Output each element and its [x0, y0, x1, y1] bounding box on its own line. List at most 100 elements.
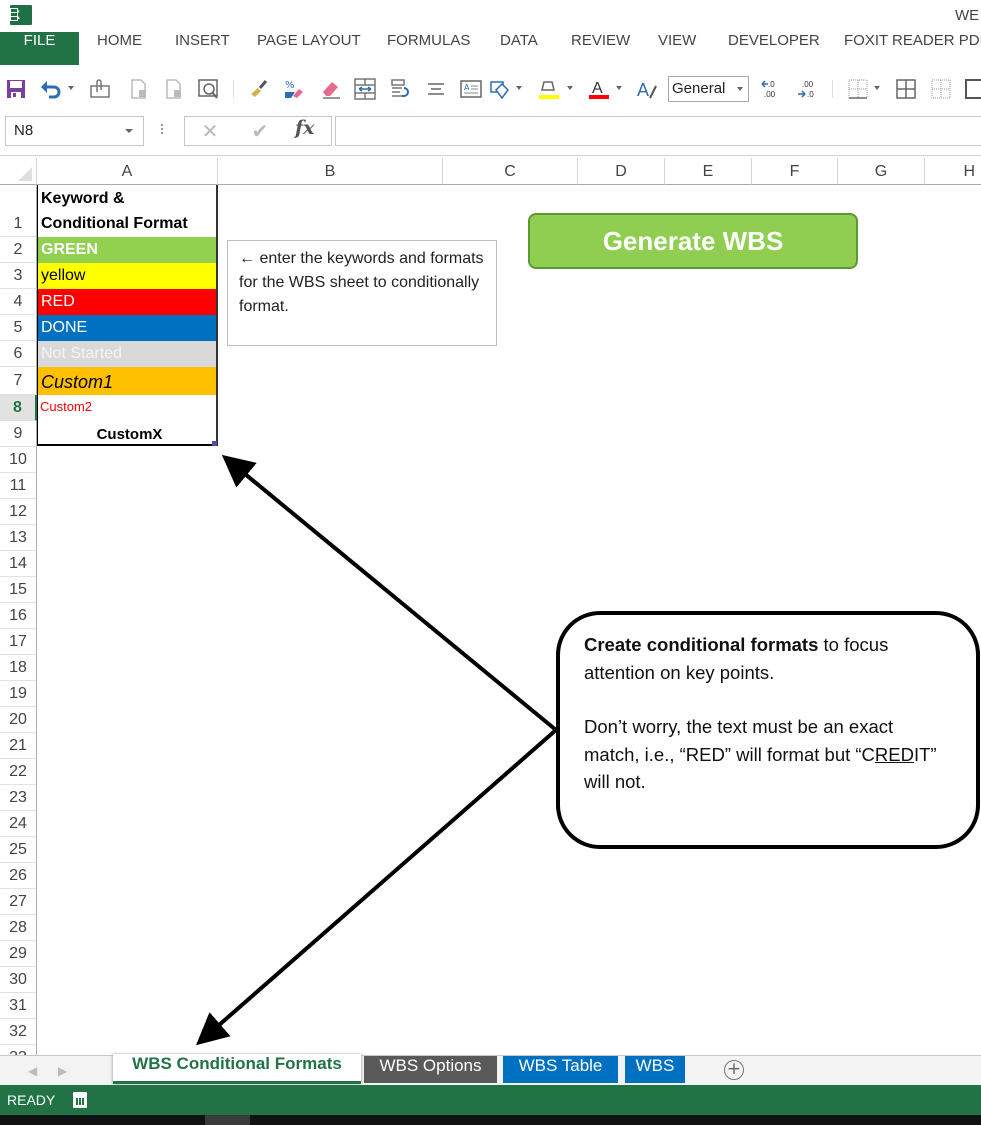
- row-header[interactable]: 28: [0, 915, 37, 941]
- row-header[interactable]: 13: [0, 525, 37, 551]
- cell-a9[interactable]: CustomX: [38, 421, 218, 447]
- row-header[interactable]: 19: [0, 681, 37, 707]
- scroll-tabs-left-icon[interactable]: ◀: [28, 1064, 37, 1078]
- row-header[interactable]: 22: [0, 759, 37, 785]
- borders-icon[interactable]: [847, 78, 869, 100]
- clear-formats-icon[interactable]: %: [283, 78, 305, 100]
- spreadsheet-grid[interactable]: A B C D E F G H 1 2 3 4 5 6 7 8 9 10 11 12 13 14 15 16…: [0, 158, 981, 1055]
- row-header[interactable]: 21: [0, 733, 37, 759]
- tab-foxit-reader-pdf[interactable]: FOXIT READER PDF: [844, 32, 981, 65]
- enter-icon[interactable]: ✔: [245, 117, 275, 145]
- tab-developer[interactable]: DEVELOPER: [728, 32, 820, 65]
- number-format-dropdown[interactable]: General: [668, 76, 749, 102]
- merge-center-icon[interactable]: [354, 78, 376, 100]
- sheet-tab-wbs-options[interactable]: WBS Options: [364, 1056, 497, 1083]
- row-header[interactable]: 11: [0, 473, 37, 499]
- sheet-tab-wbs-table[interactable]: WBS Table: [503, 1056, 618, 1083]
- fill-handle[interactable]: [212, 441, 217, 446]
- fill-color-icon[interactable]: [538, 78, 560, 100]
- row-header[interactable]: 1: [0, 185, 37, 237]
- cell-a7[interactable]: Custom1: [38, 367, 218, 395]
- drag-handle-icon[interactable]: [161, 124, 163, 136]
- column-header-g[interactable]: G: [838, 158, 925, 185]
- column-header-a[interactable]: A: [37, 158, 218, 185]
- shapes-icon[interactable]: [490, 78, 512, 100]
- insert-function-icon[interactable]: fx: [295, 117, 315, 145]
- undo-dropdown-icon[interactable]: [68, 86, 74, 90]
- increase-decimal-icon[interactable]: .0.00: [760, 78, 782, 100]
- print-preview-icon[interactable]: [197, 78, 219, 100]
- row-header[interactable]: 3: [0, 263, 37, 289]
- font-color-dropdown-icon[interactable]: [616, 86, 622, 90]
- font-color-icon[interactable]: A: [588, 78, 610, 100]
- tab-home[interactable]: HOME: [97, 32, 142, 65]
- column-header-c[interactable]: C: [443, 158, 578, 185]
- row-header[interactable]: 9: [0, 421, 37, 447]
- inside-borders-icon[interactable]: [930, 78, 952, 100]
- undo-icon[interactable]: [40, 78, 62, 100]
- eraser-icon[interactable]: [320, 78, 342, 100]
- column-header-e[interactable]: E: [665, 158, 752, 185]
- row-header[interactable]: 7: [0, 367, 37, 395]
- row-header[interactable]: 16: [0, 603, 37, 629]
- row-header[interactable]: 27: [0, 889, 37, 915]
- row-header[interactable]: 26: [0, 863, 37, 889]
- cell-a4[interactable]: RED: [38, 289, 218, 315]
- wrap-text-icon[interactable]: [390, 78, 412, 100]
- tab-review[interactable]: REVIEW: [571, 32, 630, 65]
- row-header[interactable]: 12: [0, 499, 37, 525]
- add-sheet-icon[interactable]: +: [724, 1060, 744, 1080]
- tab-page-layout[interactable]: PAGE LAYOUT: [257, 32, 361, 65]
- export-icon[interactable]: [163, 78, 185, 100]
- row-header[interactable]: 18: [0, 655, 37, 681]
- row-header[interactable]: 5: [0, 315, 37, 341]
- cell-a3[interactable]: yellow: [38, 263, 218, 289]
- row-header[interactable]: 4: [0, 289, 37, 315]
- column-header-h[interactable]: H: [925, 158, 981, 185]
- row-header[interactable]: 32: [0, 1019, 37, 1045]
- fill-color-dropdown-icon[interactable]: [567, 86, 573, 90]
- import-icon[interactable]: [128, 78, 150, 100]
- scroll-tabs-right-icon[interactable]: ▶: [58, 1064, 67, 1078]
- generate-wbs-button[interactable]: Generate WBS: [528, 213, 858, 269]
- align-center-icon[interactable]: [425, 78, 447, 100]
- column-header-f[interactable]: F: [752, 158, 838, 185]
- row-header[interactable]: 30: [0, 967, 37, 993]
- sheet-tab-wbs[interactable]: WBS: [625, 1056, 685, 1083]
- row-header[interactable]: 2: [0, 237, 37, 263]
- cell-a2[interactable]: GREEN: [38, 237, 218, 263]
- sheet-tab-wbs-conditional-formats[interactable]: WBS Conditional Formats: [113, 1054, 361, 1084]
- cell-a5[interactable]: DONE: [38, 315, 218, 341]
- tab-file[interactable]: FILE: [0, 32, 79, 65]
- cancel-icon[interactable]: ✕: [195, 117, 225, 145]
- all-borders-icon[interactable]: [895, 78, 917, 100]
- row-header[interactable]: 29: [0, 941, 37, 967]
- row-header[interactable]: 10: [0, 447, 37, 473]
- formula-input[interactable]: [335, 116, 981, 146]
- tab-formulas[interactable]: FORMULAS: [387, 32, 470, 65]
- cell-styles-icon[interactable]: A: [636, 78, 658, 100]
- tab-insert[interactable]: INSERT: [175, 32, 230, 65]
- outside-borders-icon[interactable]: [964, 78, 981, 100]
- name-box[interactable]: N8: [5, 116, 144, 146]
- row-header[interactable]: 14: [0, 551, 37, 577]
- shapes-dropdown-icon[interactable]: [516, 86, 522, 90]
- paste-icon[interactable]: [89, 78, 111, 100]
- row-header[interactable]: 6: [0, 341, 37, 367]
- row-header[interactable]: 20: [0, 707, 37, 733]
- macro-recording-icon[interactable]: [73, 1092, 87, 1108]
- save-icon[interactable]: [5, 78, 27, 100]
- text-box-icon[interactable]: A: [460, 78, 482, 100]
- decrease-decimal-icon[interactable]: .00.0: [796, 78, 818, 100]
- tab-data[interactable]: DATA: [500, 32, 538, 65]
- tab-view[interactable]: VIEW: [658, 32, 696, 65]
- row-header[interactable]: 23: [0, 785, 37, 811]
- row-header[interactable]: 15: [0, 577, 37, 603]
- row-header[interactable]: 33: [0, 1045, 37, 1055]
- borders-dropdown-icon[interactable]: [874, 86, 880, 90]
- format-painter-icon[interactable]: [248, 78, 270, 100]
- column-header-d[interactable]: D: [578, 158, 665, 185]
- cell-a8[interactable]: Custom2: [38, 395, 218, 421]
- row-header[interactable]: 24: [0, 811, 37, 837]
- row-header[interactable]: 8: [0, 395, 37, 421]
